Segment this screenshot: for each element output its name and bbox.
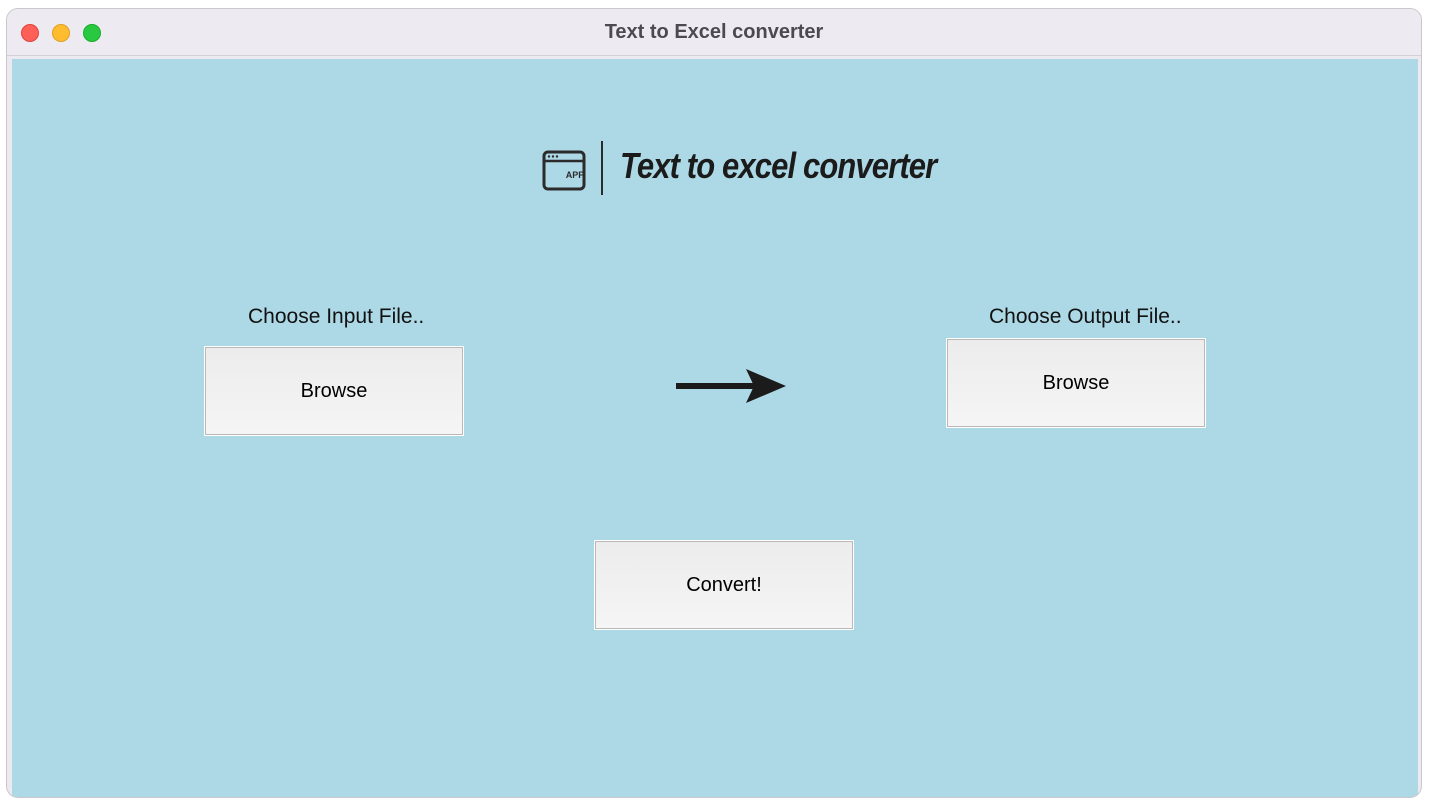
- input-file-label: Choose Input File..: [248, 305, 425, 328]
- logo-title: Text to excel converter: [620, 145, 937, 186]
- main-content: APP Text to excel converter Choose Input…: [12, 59, 1418, 797]
- output-file-label: Choose Output File..: [989, 305, 1182, 328]
- app-window-icon: APP: [542, 150, 586, 191]
- logo-divider: [601, 141, 603, 195]
- app-icon-label: APP: [566, 170, 585, 180]
- browse-output-button[interactable]: Browse: [946, 338, 1206, 428]
- convert-button[interactable]: Convert!: [594, 540, 854, 630]
- title-bar[interactable]: Text to Excel converter: [7, 9, 1421, 56]
- window-title: Text to Excel converter: [604, 21, 824, 43]
- browse-input-button[interactable]: Browse: [204, 346, 464, 436]
- right-arrow-icon: [676, 369, 786, 403]
- app-window: Text to Excel converter APP Text to exce…: [6, 8, 1422, 798]
